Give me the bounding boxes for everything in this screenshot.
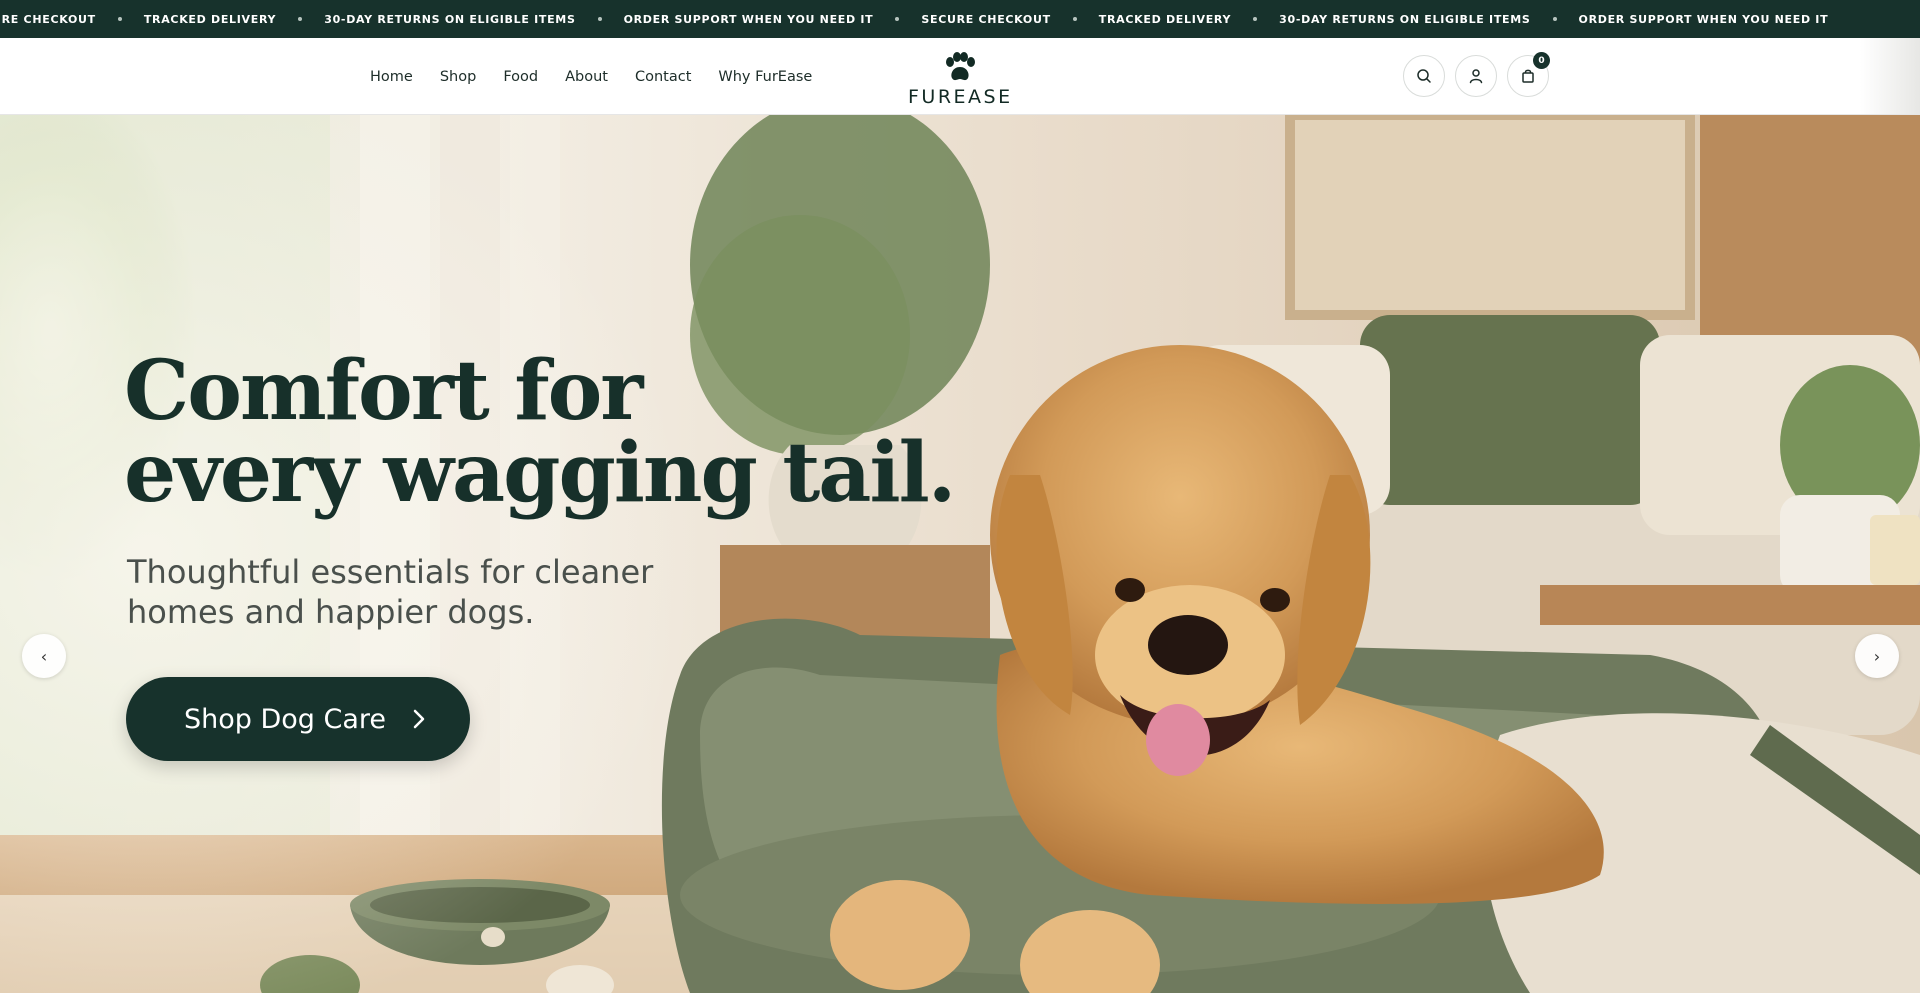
announcement-separator [1552, 17, 1557, 21]
cart-button[interactable]: 0 [1507, 52, 1550, 97]
hero-subtitle: Thoughtful essentials for cleaner homes … [127, 552, 687, 632]
search-icon [1417, 69, 1431, 83]
shopping-bag-icon [1522, 69, 1534, 83]
announcement-track: URE CHECKOUT TRACKED DELIVERY 30-DAY RET… [0, 0, 1828, 38]
header-icons: 0 [1403, 52, 1550, 97]
announcement-separator [298, 17, 303, 21]
announcement-item: URE CHECKOUT [0, 12, 96, 26]
user-icon [1469, 69, 1483, 84]
main-nav: Home Shop Food About Contact Why FurEase [370, 38, 812, 115]
announcement-item: 30-DAY RETURNS ON ELIGIBLE ITEMS [324, 12, 576, 26]
announcement-bar: URE CHECKOUT TRACKED DELIVERY 30-DAY RET… [0, 0, 1920, 38]
nav-link-shop[interactable]: Shop [440, 69, 476, 85]
nav-link-home[interactable]: Home [370, 69, 413, 85]
hero-title-line1: Comfort for [124, 343, 644, 439]
announcement-item: TRACKED DELIVERY [143, 12, 277, 26]
site-header: Home Shop Food About Contact Why FurEase… [0, 38, 1920, 115]
cta-label: Shop Dog Care [184, 703, 387, 735]
cart-count-badge: 0 [1533, 52, 1550, 69]
announcement-item: SECURE CHECKOUT [921, 12, 1051, 26]
nav-link-contact[interactable]: Contact [635, 69, 691, 85]
announcement-item: ORDER SUPPORT WHEN YOU NEED IT [623, 12, 874, 26]
announcement-separator [895, 17, 900, 21]
paw-logo-icon [946, 52, 975, 81]
slide-prev-button[interactable]: ‹ [22, 634, 66, 678]
hero-title-line2: every wagging tail. [124, 425, 956, 521]
slide-next-button[interactable]: › [1855, 634, 1899, 678]
announcement-separator [1072, 17, 1077, 21]
chevron-right-icon [412, 708, 426, 730]
shop-dog-care-button[interactable]: Shop Dog Care [126, 677, 470, 761]
nav-link-why-furease[interactable]: Why FurEase [718, 69, 812, 85]
announcement-item: ORDER SUPPORT WHEN YOU NEED IT [1578, 12, 1829, 26]
nav-link-about[interactable]: About [565, 69, 608, 85]
announcement-item: TRACKED DELIVERY [1098, 12, 1232, 26]
announcement-item: 30-DAY RETURNS ON ELIGIBLE ITEMS [1279, 12, 1531, 26]
logo-text: FUREASE [908, 86, 1013, 108]
announcement-separator [117, 17, 122, 21]
hero-title: Comfort for every wagging tail. [124, 350, 1024, 514]
nav-link-food[interactable]: Food [503, 69, 538, 85]
hero-banner: Comfort for every wagging tail. Thoughtf… [0, 115, 1920, 993]
account-button[interactable] [1455, 55, 1497, 97]
site-logo[interactable]: FUREASE [908, 52, 1012, 108]
hero-subtitle-line2: homes and happier dogs. [127, 593, 535, 631]
search-button[interactable] [1403, 55, 1445, 97]
announcement-separator [1253, 17, 1258, 21]
hero-subtitle-line1: Thoughtful essentials for cleaner [127, 553, 654, 591]
announcement-separator [597, 17, 602, 21]
